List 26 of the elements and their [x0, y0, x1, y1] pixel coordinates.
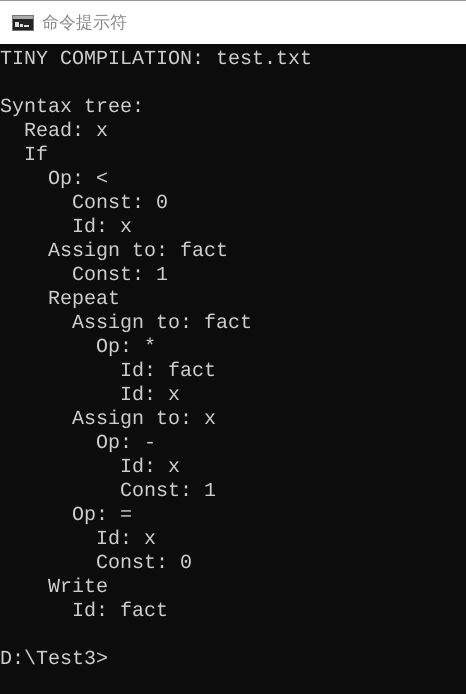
tree-node-text: Assign to: fact: [48, 240, 228, 263]
tree-node-text: Id: fact: [120, 360, 216, 383]
tree-node-text: Id: x: [72, 216, 132, 239]
tree-node-text: Const: 1: [120, 480, 216, 503]
tree-node-text: Id: x: [120, 456, 180, 479]
tree-node-text: Assign to: x: [72, 408, 216, 431]
tree-node-text: Const: 0: [96, 552, 192, 575]
tree-node-text: Assign to: fact: [72, 312, 252, 335]
tree-node-text: Write: [48, 576, 108, 599]
window-title: 命令提示符: [42, 12, 127, 34]
tree-node-text: Const: 1: [72, 264, 168, 287]
tree-node-text: Read: x: [24, 120, 108, 143]
tree-node-text: Id: x: [120, 384, 180, 407]
tree-node-text: Op: -: [96, 432, 156, 455]
tree-node-text: Op: =: [72, 504, 132, 527]
tree-node-text: If: [24, 144, 48, 167]
tree-node-text: Repeat: [48, 288, 120, 311]
tree-node-text: Op: <: [48, 168, 108, 191]
console-line: TINY COMPILATION: test.txt: [0, 48, 314, 72]
console-line: Syntax tree:: [0, 96, 146, 120]
tree-node-text: Op: *: [96, 336, 156, 359]
tree-node-text: Id: x: [96, 528, 156, 551]
tree-node-text: Const: 0: [72, 192, 168, 215]
tree-node-text: Id: fact: [72, 600, 168, 623]
console-icon: [12, 14, 34, 30]
command-prompt: D:\Test3>: [0, 648, 110, 672]
